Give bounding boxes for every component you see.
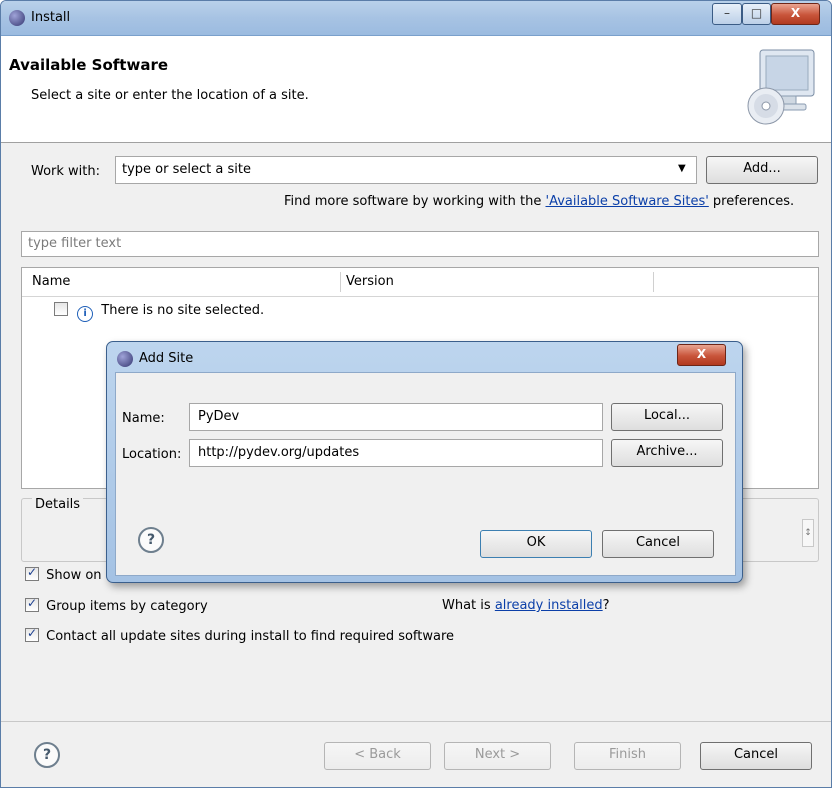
filter-input[interactable]: type filter text [21,231,819,257]
already-installed-suffix: ? [602,598,610,613]
show-latest-checkbox[interactable] [25,565,39,581]
column-name[interactable]: Name [32,274,70,289]
add-site-dialog: Add Site X Name: PyDev Local... Location… [106,341,743,583]
column-divider [653,272,654,292]
dropdown-arrow-icon[interactable]: ▼ [678,163,686,174]
find-more-prefix: Find more software by working with the [284,194,546,209]
show-latest-label: Show on [46,568,102,583]
finish-button[interactable]: Finish [574,742,681,770]
already-installed-link[interactable]: already installed [495,598,603,613]
eclipse-icon [9,10,25,26]
group-by-category-label: Group items by category [46,599,208,614]
group-by-category-option[interactable]: Group items by category [25,596,208,614]
already-installed-text: What is already installed? [442,598,610,613]
page-subtitle: Select a site or enter the location of a… [31,88,309,103]
details-label: Details [32,497,84,512]
add-site-button[interactable]: Add... [706,156,818,184]
install-window: Install – □ X Available Software Select … [0,0,832,788]
column-divider [340,272,341,292]
location-label: Location: [122,447,182,462]
ok-button[interactable]: OK [480,530,592,558]
help-icon[interactable]: ? [34,742,60,768]
dialog-help-icon[interactable]: ? [138,527,164,553]
available-software-sites-link[interactable]: 'Available Software Sites' [546,194,709,209]
name-value: PyDev [198,409,240,424]
window-title: Install [31,10,71,25]
archive-button[interactable]: Archive... [611,439,723,467]
dialog-close-button[interactable]: X [677,344,726,366]
name-label: Name: [122,411,165,426]
page-title: Available Software [9,56,169,74]
show-latest-option[interactable]: Show on [25,565,102,583]
work-with-combo[interactable]: type or select a site ▼ [115,156,697,184]
footer-separator [1,721,831,722]
find-more-suffix: preferences. [708,194,795,209]
minimize-button[interactable]: – [712,3,742,25]
row-checkbox[interactable] [54,302,68,316]
filter-placeholder: type filter text [28,236,122,251]
dialog-body: Name: PyDev Local... Location: http://py… [115,372,736,576]
contact-update-sites-label: Contact all update sites during install … [46,629,455,644]
info-icon: i [77,306,94,322]
dialog-title: Add Site [139,351,194,366]
maximize-button[interactable]: □ [742,3,771,25]
find-more-text: Find more software by working with the '… [284,194,794,209]
cancel-button[interactable]: Cancel [700,742,812,770]
install-wizard-icon [746,48,820,126]
column-version[interactable]: Version [346,274,394,289]
title-bar[interactable]: Install – □ X [1,1,831,36]
contact-update-sites-option[interactable]: Contact all update sites during install … [25,626,455,644]
work-with-label: Work with: [31,164,101,179]
already-installed-prefix: What is [442,598,495,613]
work-with-value: type or select a site [122,162,251,177]
close-button[interactable]: X [771,3,820,25]
name-field[interactable]: PyDev [189,403,603,431]
details-scroll[interactable]: ↕ [802,519,814,547]
dialog-cancel-button[interactable]: Cancel [602,530,714,558]
eclipse-icon [117,351,133,367]
back-button[interactable]: < Back [324,742,431,770]
local-button[interactable]: Local... [611,403,723,431]
table-header: Name Version [22,268,818,297]
table-row[interactable]: i There is no site selected. [54,302,264,322]
location-value: http://pydev.org/updates [198,445,360,460]
location-field[interactable]: http://pydev.org/updates [189,439,603,467]
row-text: There is no site selected. [101,303,265,318]
group-by-category-checkbox[interactable] [25,596,39,612]
next-button[interactable]: Next > [444,742,551,770]
contact-update-sites-checkbox[interactable] [25,626,39,642]
wizard-header: Available Software Select a site or ente… [1,36,831,143]
